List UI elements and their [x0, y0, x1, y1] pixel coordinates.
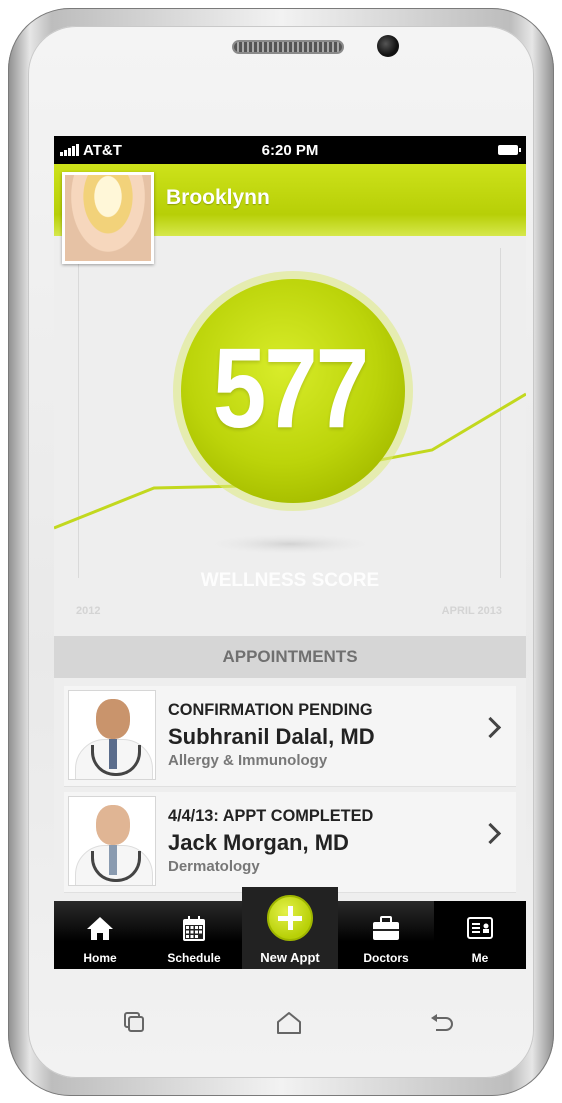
home-outline-icon[interactable] [275, 1010, 303, 1036]
doctor-name: Jack Morgan, MD [168, 830, 349, 855]
recent-apps-icon[interactable] [122, 1010, 148, 1036]
home-icon [87, 917, 113, 940]
doctor-name: Subhranil Dalal, MD [168, 724, 375, 749]
tab-schedule[interactable]: Schedule [146, 901, 242, 969]
doctor-specialty: Allergy & Immunology [168, 752, 328, 769]
appointment-status: CONFIRMATION PENDING [168, 700, 373, 719]
tab-label: Doctors [363, 951, 409, 965]
calendar-icon [183, 916, 205, 941]
wellness-score-label: WELLNESS SCORE [200, 570, 380, 591]
chart-start-label: 2012 [76, 605, 101, 617]
wellness-score-value: 577 [212, 325, 369, 452]
appointments-header: APPOINTMENTS [54, 636, 526, 678]
tab-label: Schedule [167, 951, 221, 965]
chevron-right-icon [479, 716, 502, 739]
tab-label: New Appt [260, 950, 320, 965]
tab-label: Me [471, 951, 489, 965]
front-camera [377, 35, 399, 57]
doctor-photo [68, 796, 156, 886]
chevron-right-icon [479, 822, 502, 845]
avatar[interactable] [62, 172, 154, 264]
appointment-item[interactable]: 4/4/13: APPT COMPLETED Jack Morgan, MD D… [64, 792, 516, 893]
tab-bar: Home Schedule New Appt Doctors Me [54, 887, 526, 969]
earpiece-speaker [232, 40, 344, 54]
id-card-icon [467, 917, 493, 939]
tab-home[interactable]: Home [54, 901, 146, 969]
doctor-specialty: Dermatology [168, 858, 260, 875]
appointment-status: 4/4/13: APPT COMPLETED [168, 806, 374, 825]
tab-new-appt[interactable]: New Appt [242, 887, 338, 969]
plus-icon [267, 895, 313, 941]
tab-label: Home [83, 951, 117, 965]
appointment-item[interactable]: CONFIRMATION PENDING Subhranil Dalal, MD… [64, 686, 516, 787]
tab-doctors[interactable]: Doctors [338, 901, 434, 969]
chart-end-label: APRIL 2013 [441, 605, 502, 617]
user-photo [65, 175, 151, 261]
tab-me[interactable]: Me [434, 901, 526, 969]
doctor-photo [68, 690, 156, 780]
back-icon[interactable] [428, 1010, 456, 1036]
score-shadow [210, 534, 370, 554]
app-screen: AT&T 6:20 PM Brooklynn 577 WELLNESS SCOR… [54, 136, 526, 969]
briefcase-icon [373, 916, 399, 940]
